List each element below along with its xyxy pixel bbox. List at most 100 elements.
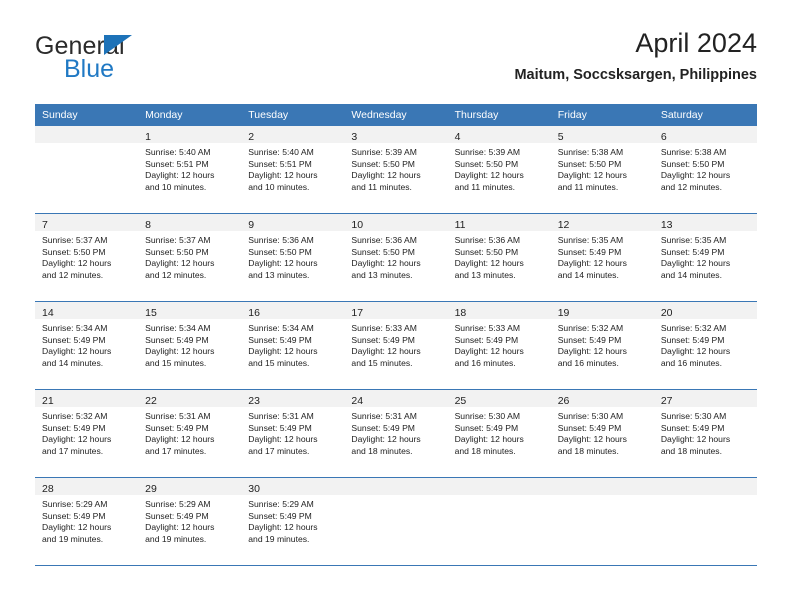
calendar-day-cell[interactable]: 7 Sunrise: 5:37 AM Sunset: 5:50 PM Daylight… [35,214,139,302]
daylight-duration-line2: and 19 minutes. [248,533,310,544]
sunrise-time: Sunrise: 5:31 AM [248,411,314,421]
column-header-tuesday: Tuesday [241,104,345,126]
calendar-day-cell[interactable]: 6 Sunrise: 5:38 AM Sunset: 5:50 PM Daylight… [653,126,757,214]
calendar-day-cell[interactable]: 12 Sunrise: 5:35 AM Sunset: 5:49 PM Dayligh… [550,214,654,302]
day-sun-info: Sunrise: 5:32 AM Sunset: 5:49 PM Daylight:… [35,407,138,457]
calendar-day-cell[interactable]: 2 Sunrise: 5:40 AM Sunset: 5:51 PM Daylight… [241,126,345,214]
day-number: 5 [557,131,564,143]
sunrise-time: Sunrise: 5:34 AM [145,323,211,333]
day-cell-body: 10 Sunrise: 5:36 AM Sunset: 5:50 PM Dayligh… [344,214,448,302]
sunrise-time: Sunrise: 5:35 AM [557,235,624,245]
daylight-duration-line2: and 18 minutes. [454,445,516,456]
calendar-day-cell[interactable]: 29 Sunrise: 5:29 AM Sunset: 5:49 PM Dayligh… [138,478,242,566]
day-number-band [653,478,757,495]
sunset-time: Sunset: 5:49 PM [351,334,415,345]
calendar-day-cell[interactable]: 27 Sunrise: 5:30 AM Sunset: 5:49 PM Dayligh… [653,390,757,478]
day-cell-body: 24 Sunrise: 5:31 AM Sunset: 5:49 PM Dayligh… [344,390,448,478]
sunset-time: Sunset: 5:50 PM [454,246,519,257]
day-number-band: 20 [653,302,757,319]
calendar-day-cell[interactable]: 30 Sunrise: 5:29 AM Sunset: 5:49 PM Dayligh… [241,478,345,566]
calendar-day-cell[interactable]: 21 Sunrise: 5:32 AM Sunset: 5:49 PM Dayligh… [35,390,139,478]
calendar-day-cell[interactable]: 18 Sunrise: 5:33 AM Sunset: 5:49 PM Dayligh… [447,302,551,390]
calendar-day-cell[interactable]: 5 Sunrise: 5:38 AM Sunset: 5:50 PM Daylight… [550,126,654,214]
day-number-band: 1 [138,126,242,143]
sunset-time: Sunset: 5:49 PM [145,334,209,345]
calendar-day-cell[interactable]: 11 Sunrise: 5:36 AM Sunset: 5:50 PM Dayligh… [447,214,551,302]
calendar-day-cell[interactable]: 14 Sunrise: 5:34 AM Sunset: 5:49 PM Dayligh… [35,302,139,390]
logo-triangle-icon [104,35,132,55]
daylight-duration-line1: Daylight: 12 hours [660,434,731,445]
sunset-time: Sunset: 5:49 PM [660,334,725,345]
sunrise-time: Sunrise: 5:31 AM [351,411,417,421]
daylight-duration-line1: Daylight: 12 hours [145,522,215,533]
daylight-duration-line1: Daylight: 12 hours [351,170,421,181]
daylight-duration-line1: Daylight: 12 hours [454,346,524,357]
day-cell-body: 2 Sunrise: 5:40 AM Sunset: 5:51 PM Daylight… [241,126,345,214]
daylight-duration-line2: and 10 minutes. [145,181,207,192]
sunrise-time: Sunrise: 5:29 AM [145,499,211,509]
calendar-day-cell[interactable]: 17 Sunrise: 5:33 AM Sunset: 5:49 PM Dayligh… [344,302,448,390]
calendar-day-cell[interactable]: 24 Sunrise: 5:31 AM Sunset: 5:49 PM Dayligh… [344,390,448,478]
day-sun-info: Sunrise: 5:29 AM Sunset: 5:49 PM Daylight:… [241,495,344,545]
day-cell-body: 8 Sunrise: 5:37 AM Sunset: 5:50 PM Daylight… [138,214,242,302]
day-sun-info: Sunrise: 5:30 AM Sunset: 5:49 PM Daylight:… [448,407,551,457]
day-number-band: 17 [344,302,448,319]
calendar-day-cell[interactable]: 15 Sunrise: 5:34 AM Sunset: 5:49 PM Dayligh… [138,302,242,390]
calendar-day-cell [447,478,551,566]
daylight-duration-line1: Daylight: 12 hours [660,346,731,357]
day-cell-body: 21 Sunrise: 5:32 AM Sunset: 5:49 PM Dayligh… [35,390,139,478]
logo-text-blue: Blue [64,55,115,83]
sunset-time: Sunset: 5:49 PM [557,246,622,257]
day-cell-body: 1 Sunrise: 5:40 AM Sunset: 5:51 PM Daylight… [138,126,242,214]
day-number: 17 [351,307,364,319]
sunset-time: Sunset: 5:49 PM [660,422,725,433]
day-number-band: 5 [550,126,654,143]
day-number: 10 [351,219,364,231]
calendar-day-cell[interactable]: 20 Sunrise: 5:32 AM Sunset: 5:49 PM Dayligh… [653,302,757,390]
day-number-band: 4 [447,126,551,143]
calendar-day-cell[interactable]: 13 Sunrise: 5:35 AM Sunset: 5:49 PM Dayligh… [653,214,757,302]
calendar-day-cell[interactable]: 4 Sunrise: 5:39 AM Sunset: 5:50 PM Daylight… [447,126,551,214]
calendar-day-cell[interactable]: 8 Sunrise: 5:37 AM Sunset: 5:50 PM Daylight… [138,214,242,302]
day-number-band: 11 [447,214,551,231]
day-sun-info: Sunrise: 5:39 AM Sunset: 5:50 PM Daylight:… [344,143,447,193]
daylight-duration-line1: Daylight: 12 hours [145,346,215,357]
day-sun-info: Sunrise: 5:40 AM Sunset: 5:51 PM Daylight:… [241,143,344,193]
daylight-duration-line1: Daylight: 12 hours [557,346,627,357]
day-sun-info: Sunrise: 5:34 AM Sunset: 5:49 PM Daylight:… [35,319,138,369]
calendar-day-cell[interactable]: 26 Sunrise: 5:30 AM Sunset: 5:49 PM Dayligh… [550,390,654,478]
sunset-time: Sunset: 5:49 PM [42,422,106,433]
calendar-day-cell[interactable]: 9 Sunrise: 5:36 AM Sunset: 5:50 PM Daylight… [241,214,345,302]
sunset-time: Sunset: 5:49 PM [454,334,519,345]
general-blue-logo[interactable]: General Blue [35,32,235,88]
day-number: 30 [248,483,260,495]
day-sun-info [344,495,447,499]
calendar-day-cell[interactable]: 19 Sunrise: 5:32 AM Sunset: 5:49 PM Dayligh… [550,302,654,390]
column-header-wednesday: Wednesday [344,104,448,126]
sunrise-time: Sunrise: 5:31 AM [145,411,211,421]
day-sun-info: Sunrise: 5:31 AM Sunset: 5:49 PM Daylight:… [241,407,344,457]
sunrise-sunset-calendar: Sunday Monday Tuesday Wednesday Thursday… [35,104,757,566]
sunrise-time: Sunrise: 5:40 AM [145,147,211,157]
sunset-time: Sunset: 5:50 PM [454,158,519,169]
calendar-day-cell[interactable]: 16 Sunrise: 5:34 AM Sunset: 5:49 PM Dayligh… [241,302,345,390]
day-cell-body: 20 Sunrise: 5:32 AM Sunset: 5:49 PM Dayligh… [653,302,757,390]
day-cell-body: 4 Sunrise: 5:39 AM Sunset: 5:50 PM Daylight… [447,126,551,214]
day-sun-info [448,495,551,499]
calendar-day-cell[interactable]: 10 Sunrise: 5:36 AM Sunset: 5:50 PM Dayligh… [344,214,448,302]
calendar-day-cell[interactable]: 28 Sunrise: 5:29 AM Sunset: 5:49 PM Dayligh… [35,478,139,566]
daylight-duration-line2: and 13 minutes. [351,269,413,280]
calendar-day-cell[interactable]: 1 Sunrise: 5:40 AM Sunset: 5:51 PM Daylight… [138,126,242,214]
day-number: 23 [248,395,260,407]
calendar-day-cell[interactable]: 25 Sunrise: 5:30 AM Sunset: 5:49 PM Dayligh… [447,390,551,478]
day-number-band: 27 [653,390,757,407]
sunrise-time: Sunrise: 5:33 AM [454,323,521,333]
day-sun-info: Sunrise: 5:39 AM Sunset: 5:50 PM Daylight:… [448,143,551,193]
calendar-day-cell[interactable]: 23 Sunrise: 5:31 AM Sunset: 5:49 PM Dayligh… [241,390,345,478]
calendar-day-cell[interactable]: 3 Sunrise: 5:39 AM Sunset: 5:50 PM Daylight… [344,126,448,214]
calendar-day-cell[interactable]: 22 Sunrise: 5:31 AM Sunset: 5:49 PM Dayligh… [138,390,242,478]
daylight-duration-line2: and 11 minutes. [351,181,412,192]
sunrise-time: Sunrise: 5:34 AM [42,323,108,333]
daylight-duration-line1: Daylight: 12 hours [351,434,421,445]
day-sun-info: Sunrise: 5:29 AM Sunset: 5:49 PM Daylight:… [138,495,241,545]
